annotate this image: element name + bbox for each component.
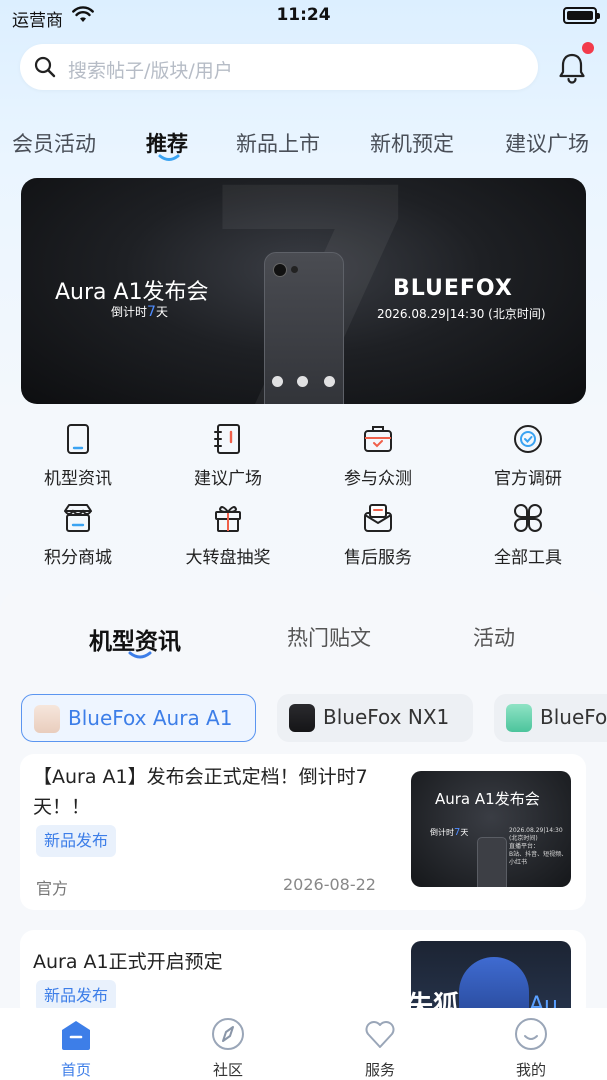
- subtab-activities[interactable]: 活动: [473, 622, 515, 652]
- post-card[interactable]: 【Aura A1】发布会正式定档！倒计时7天！！ 新品发布 官方 2026-08…: [20, 754, 586, 910]
- home-icon: [62, 1021, 90, 1050]
- post-author: 官方: [36, 879, 69, 898]
- subtab-hot-posts[interactable]: 热门贴文: [287, 622, 371, 652]
- banner-countdown: 倒计时7天: [111, 304, 168, 320]
- tool-official-survey[interactable]: 官方调研: [458, 422, 598, 489]
- tool-label: 机型资讯: [44, 469, 112, 489]
- tabbar-label: 社区: [212, 1061, 243, 1079]
- post-title: 【Aura A1】发布会正式定档！倒计时7天！！: [33, 766, 368, 818]
- tool-label: 全部工具: [494, 548, 562, 568]
- status-bar: 运营商 11:24: [0, 0, 607, 34]
- tool-label: 大转盘抽奖: [185, 548, 271, 568]
- phone-thumbnail: [506, 704, 532, 732]
- hero-banner[interactable]: 7 Aura A1发布会 倒计时7天 BLUEFOX 2026.08.29|14…: [21, 178, 586, 404]
- bell-icon: [559, 53, 585, 84]
- post-card[interactable]: Aura A1正式开启预定 新品发布 失狐 Au: [20, 930, 586, 1057]
- post-date: 2026-08-22: [283, 875, 376, 894]
- chip-label: BlueFox Aura A1: [68, 706, 233, 730]
- briefcase-check-icon: [364, 426, 392, 452]
- tabbar-service[interactable]: 服务: [330, 1008, 430, 1080]
- tool-label: 售后服务: [344, 548, 412, 568]
- post-thumbnail: Aura A1发布会 倒计时7天 2026.08.29|14:30 (北京时间) 直…: [411, 771, 571, 887]
- tabbar-profile[interactable]: 我的: [481, 1008, 581, 1080]
- heart-icon: [365, 1021, 395, 1048]
- tool-label: 积分商城: [44, 548, 112, 568]
- chip-aura-a1[interactable]: BlueFox Aura A1: [21, 694, 256, 742]
- bottom-tab-bar: 首页 社区 服务 我的: [0, 1008, 607, 1080]
- smile-icon: [515, 1018, 547, 1050]
- clock: 11:24: [276, 5, 331, 25]
- store-icon: [64, 504, 92, 532]
- subtab-active-indicator: [128, 651, 152, 659]
- gift-icon: [215, 506, 241, 532]
- banner-dot[interactable]: [297, 376, 308, 387]
- battery-icon: [563, 7, 600, 24]
- tool-suggestion-square[interactable]: 建议广场: [158, 422, 298, 489]
- search-input[interactable]: 搜索帖子/版块/用户: [20, 44, 538, 90]
- phone-thumbnail: [34, 705, 60, 733]
- tabbar-label: 服务: [364, 1061, 395, 1079]
- chip-label: BlueFox NX1: [323, 705, 450, 729]
- tab-member-activity[interactable]: 会员活动: [12, 128, 96, 158]
- tool-label: 建议广场: [194, 469, 262, 489]
- tabbar-community[interactable]: 社区: [178, 1008, 278, 1080]
- tool-label: 官方调研: [494, 469, 562, 489]
- banner-dot[interactable]: [272, 376, 283, 387]
- tool-after-sales[interactable]: 售后服务: [308, 501, 448, 568]
- banner-dot[interactable]: [324, 376, 335, 387]
- chip-label: BlueFo: [540, 705, 607, 729]
- banner-title: Aura A1发布会: [55, 280, 209, 305]
- tool-lucky-wheel[interactable]: 大转盘抽奖: [158, 501, 298, 568]
- notebook-icon: [214, 424, 240, 454]
- compass-icon: [212, 1018, 244, 1050]
- tool-points-mall[interactable]: 积分商城: [8, 501, 148, 568]
- banner-datetime: 2026.08.29|14:30 (北京时间): [377, 307, 546, 321]
- tool-model-news[interactable]: 机型资讯: [8, 422, 148, 489]
- tool-beta-test[interactable]: 参与众测: [308, 422, 448, 489]
- search-icon: [34, 56, 56, 78]
- tab-preorder[interactable]: 新机预定: [370, 128, 454, 158]
- notification-dot: [582, 42, 594, 54]
- tab-suggestion-square[interactable]: 建议广场: [505, 128, 589, 158]
- tabbar-home[interactable]: 首页: [26, 1008, 126, 1080]
- tabbar-label: 首页: [60, 1061, 91, 1079]
- tabbar-label: 我的: [515, 1061, 546, 1079]
- post-title: Aura A1正式开启预定: [33, 951, 223, 973]
- banner-brand: BLUEFOX: [393, 276, 513, 301]
- chip-bluefox-more[interactable]: BlueFo: [494, 694, 607, 742]
- tool-all-tools[interactable]: 全部工具: [458, 501, 598, 568]
- tab-active-indicator: [158, 154, 180, 161]
- badge-icon: [514, 425, 542, 453]
- grid-clover-icon: [514, 504, 542, 532]
- tool-label: 参与众测: [344, 469, 412, 489]
- category-tabs: 会员活动 推荐 新品上市 新机预定 建议广场: [0, 124, 607, 168]
- chip-nx1[interactable]: BlueFox NX1: [277, 694, 473, 742]
- post-tag[interactable]: 新品发布: [36, 825, 117, 857]
- notification-button[interactable]: [556, 42, 594, 86]
- tablet-icon: [67, 424, 89, 454]
- mail-service-icon: [364, 504, 392, 532]
- search-placeholder: 搜索帖子/版块/用户: [68, 60, 233, 82]
- phone-thumbnail: [289, 704, 315, 732]
- tab-new-products[interactable]: 新品上市: [236, 128, 320, 158]
